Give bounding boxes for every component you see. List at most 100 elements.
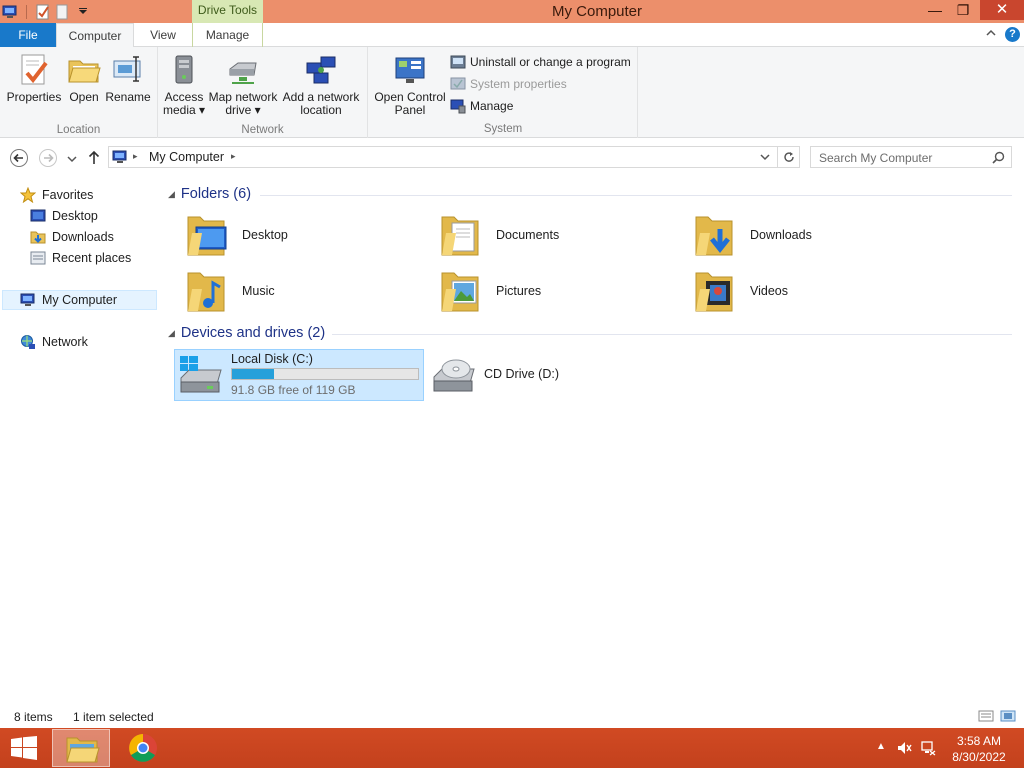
nav-network[interactable]: Network <box>20 332 88 352</box>
disk-usage-fill <box>232 369 275 379</box>
folder-downloads[interactable]: Downloads <box>680 209 930 261</box>
manage-button[interactable]: Manage <box>450 97 513 115</box>
nav-favorites[interactable]: Favorites <box>19 185 93 205</box>
folders-section-header[interactable]: ◢ Folders (6) <box>168 184 251 204</box>
tab-view[interactable]: View <box>134 23 192 47</box>
collapse-chevron-icon[interactable]: ◢ <box>168 189 175 200</box>
pictures-folder-icon <box>436 267 484 315</box>
network-status-icon[interactable] <box>920 740 936 759</box>
windows-drive-icon <box>177 354 225 396</box>
computer-icon[interactable] <box>2 4 18 20</box>
chrome-icon <box>129 734 157 762</box>
window-title: My Computer <box>551 3 643 20</box>
start-button[interactable] <box>10 736 38 760</box>
status-bar: 8 items 1 item selected <box>0 705 1024 728</box>
ribbon-tabs: File Computer View Manage <box>0 23 1024 48</box>
new-folder-icon[interactable] <box>55 4 71 20</box>
nav-desktop[interactable]: Desktop <box>30 206 98 226</box>
folder-documents[interactable]: Documents <box>426 209 676 261</box>
folder-music[interactable]: Music <box>172 265 422 317</box>
show-hidden-icons-icon[interactable]: ▲ <box>876 741 886 752</box>
help-icon[interactable]: ? <box>1005 27 1020 42</box>
videos-folder-icon <box>690 267 738 315</box>
devices-section-header[interactable]: ◢ Devices and drives (2) <box>168 323 325 343</box>
ribbon: Properties Open Rename Location Access m… <box>0 47 1024 138</box>
tab-file[interactable]: File <box>0 23 56 47</box>
refresh-icon[interactable] <box>777 147 799 167</box>
open-button[interactable]: Open <box>64 53 104 104</box>
breadcrumb-my-computer[interactable]: My Computer <box>149 150 224 164</box>
volume-muted-icon[interactable] <box>896 740 912 759</box>
system-group-label: System <box>483 123 523 135</box>
address-dropdown-icon[interactable] <box>759 150 771 167</box>
content-pane: ◢ Folders (6) Desktop Documents Download… <box>160 175 1024 705</box>
title-bar: Drive Tools My Computer — ❐ ✕ <box>0 0 1024 23</box>
minimize-button[interactable]: — <box>920 0 950 20</box>
network-group: Access media ▾ Map network drive ▾ Add a… <box>158 47 368 138</box>
taskbar: ▲ 3:58 AM 8/30/2022 <box>0 728 1024 768</box>
add-network-location-button[interactable]: Add a network location <box>280 53 362 117</box>
programs-icon <box>450 54 466 70</box>
drive-tools-context-label: Drive Tools <box>192 0 263 23</box>
search-box[interactable]: Search My Computer <box>810 146 1012 168</box>
nav-downloads[interactable]: Downloads <box>30 227 114 247</box>
back-button[interactable] <box>9 148 29 168</box>
search-input[interactable]: Search My Computer <box>819 151 932 165</box>
desktop-icon <box>30 208 46 224</box>
properties-button[interactable]: Properties <box>6 53 62 104</box>
close-button[interactable]: ✕ <box>980 0 1024 20</box>
network-location-icon <box>304 53 338 87</box>
recent-locations-chevron-icon[interactable] <box>64 148 84 168</box>
drive-local-disk-c[interactable]: Local Disk (C:) 91.8 GB free of 119 GB <box>174 349 424 401</box>
folder-videos[interactable]: Videos <box>680 265 930 317</box>
ribbon-controls: ? <box>985 27 1020 42</box>
folder-pictures[interactable]: Pictures <box>426 265 676 317</box>
network-icon <box>20 334 36 350</box>
details-view-icon[interactable] <box>978 709 994 726</box>
computer-icon <box>112 149 130 168</box>
folder-desktop[interactable]: Desktop <box>172 209 422 261</box>
disk-usage-bar <box>231 368 419 380</box>
properties-icon[interactable] <box>35 4 51 20</box>
drive-cd-d[interactable]: CD Drive (D:) <box>428 349 678 401</box>
system-properties-icon <box>450 76 466 92</box>
music-folder-icon <box>182 267 230 315</box>
rename-button[interactable]: Rename <box>104 53 152 104</box>
location-group-label: Location <box>56 124 101 136</box>
forward-button[interactable] <box>38 148 58 168</box>
cd-drive-icon <box>430 353 478 395</box>
taskbar-file-explorer[interactable] <box>52 729 110 767</box>
access-media-button[interactable]: Access media ▾ <box>162 53 206 117</box>
breadcrumb-separator-icon[interactable]: ▸ <box>133 151 138 162</box>
status-selection: 1 item selected <box>73 710 154 724</box>
documents-folder-icon <box>436 211 484 259</box>
map-network-drive-button[interactable]: Map network drive ▾ <box>208 53 278 117</box>
nav-recent-places[interactable]: Recent places <box>30 248 131 268</box>
collapse-chevron-icon[interactable]: ◢ <box>168 328 175 339</box>
customize-qat-chevron-icon[interactable] <box>75 4 91 20</box>
address-bar[interactable]: ▸ My Computer ▸ <box>108 146 800 168</box>
open-control-panel-button[interactable]: Open Control Panel <box>372 53 448 117</box>
network-drive-icon <box>226 53 260 87</box>
up-arrow-icon[interactable] <box>86 148 106 168</box>
search-icon[interactable] <box>992 151 1005 167</box>
breadcrumb-chevron-icon[interactable]: ▸ <box>231 151 236 162</box>
desktop-folder-icon <box>182 211 230 259</box>
large-icons-view-icon[interactable] <box>1000 709 1016 726</box>
clock-date: 8/30/2022 <box>952 750 1006 764</box>
tab-manage[interactable]: Manage <box>192 23 263 47</box>
star-icon <box>19 186 37 204</box>
clock[interactable]: 3:58 AM 8/30/2022 <box>949 733 1009 765</box>
expand-ribbon-icon[interactable] <box>985 27 997 42</box>
computer-management-icon <box>450 98 466 114</box>
tab-computer[interactable]: Computer <box>56 23 134 48</box>
restore-button[interactable]: ❐ <box>948 0 978 20</box>
rename-icon <box>111 53 145 87</box>
quick-access-toolbar <box>0 2 91 21</box>
navigation-pane: Favorites Desktop Downloads Recent place… <box>0 175 160 705</box>
nav-my-computer[interactable]: My Computer <box>2 290 157 310</box>
system-properties-button[interactable]: System properties <box>450 75 567 93</box>
taskbar-chrome[interactable] <box>114 729 172 767</box>
uninstall-program-button[interactable]: Uninstall or change a program <box>450 53 631 71</box>
open-folder-icon <box>67 53 101 87</box>
